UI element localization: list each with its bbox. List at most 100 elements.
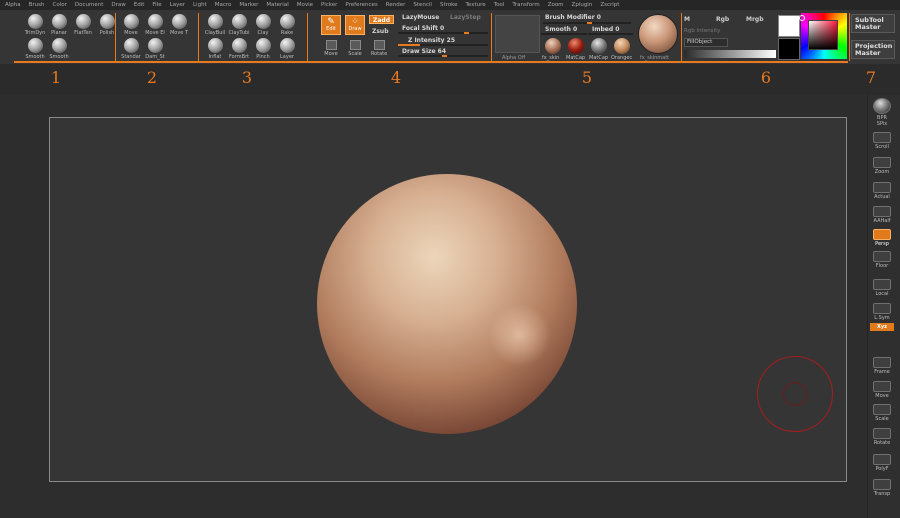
brush-move-topological[interactable]: Move T [166,14,192,36]
brush-formbrush[interactable]: FormBrt [226,38,252,60]
menu-item-marker[interactable]: Marker [239,2,258,8]
tray-persp-button[interactable]: Persp [870,229,894,247]
zadd-toggle[interactable]: Zadd [369,15,394,24]
tray-scale-button[interactable]: Scale [870,404,894,422]
rotate-mode-button[interactable]: Rotate [370,40,388,57]
menu-item-tool[interactable]: Tool [494,2,505,8]
brush-icon [279,38,295,53]
menu-item-zplugin[interactable]: Zplugin [572,2,593,8]
brush-inflate[interactable]: Inflat [202,38,228,60]
tray-zoom-button[interactable]: Zoom [870,157,894,175]
material-label: MatCap [589,55,609,61]
lazymouse-toggle[interactable]: LazyMouse [398,14,443,23]
menu-item-zscript[interactable]: Zscript [600,2,619,8]
brush-rake[interactable]: Rake [274,14,300,36]
tray-polyf-button[interactable]: PolyF [870,454,894,472]
tray-local-button[interactable]: Local [870,279,894,297]
focal-shift-knob[interactable] [464,32,469,34]
tray-small-11-button[interactable] [870,333,894,334]
tray-xyz-button[interactable]: Xyz [870,322,894,331]
zsub-toggle[interactable]: Zsub [369,27,392,36]
brush-move-elastic[interactable]: Move El [142,14,168,36]
brush-flatten[interactable]: FlatTen [70,14,96,36]
menu-item-render[interactable]: Render [386,2,406,8]
fill-object-button[interactable]: FillObject [684,38,728,47]
menu-item-document[interactable]: Document [75,2,104,8]
material-matcap-gray[interactable] [591,38,607,54]
tray-transp-button[interactable]: Transp [870,479,894,497]
menu-item-texture[interactable]: Texture [466,2,486,8]
brush-smooth-2[interactable]: Smooth [46,38,72,60]
brush-icon [171,14,187,29]
brush-claybuildup[interactable]: ClayBuil [202,14,228,36]
draw-button[interactable]: ⁘ Draw [345,15,365,35]
brush-layer[interactable]: Layer [274,38,300,60]
color-picker-cursor[interactable] [799,15,805,21]
tray-move-button[interactable]: Move [870,381,894,399]
menu-item-file[interactable]: File [152,2,161,8]
sculpt-sphere[interactable] [317,174,577,434]
menu-item-layer[interactable]: Layer [170,2,185,8]
menu-item-preferences[interactable]: Preferences [345,2,377,8]
rgb-toggle[interactable]: Rgb [716,16,729,23]
brush-trimdyn[interactable]: TrimDyn [22,14,48,36]
tray-spix-button[interactable]: SPix [870,120,894,127]
brush-standard[interactable]: Standar [118,38,144,60]
projection-master-button[interactable]: Projection Master [851,40,895,59]
main-color-swatch[interactable] [778,15,800,37]
imbed-slider[interactable]: Imbed 0 [588,26,633,35]
menu-item-edit[interactable]: Edit [134,2,145,8]
main-material-selector[interactable] [638,14,678,54]
menu-item-brush[interactable]: Brush [29,2,45,8]
tray-floor-button[interactable]: Floor [870,251,894,269]
menu-item-material[interactable]: Material [266,2,288,8]
menu-item-stencil[interactable]: Stencil [413,2,432,8]
brush-move[interactable]: Move [118,14,144,36]
tray-frame-button[interactable]: Frame [870,357,894,375]
material-matcap-red[interactable] [568,38,584,54]
menu-item-transform[interactable]: Transform [512,2,539,8]
tray-rotate-button[interactable]: Rotate [870,428,894,446]
rgb-intensity-bar[interactable] [684,50,776,58]
brush-claytubes[interactable]: ClayTubi [226,14,252,36]
draw-size-knob[interactable] [442,55,447,57]
brush-planar[interactable]: Planar [46,14,72,36]
menu-item-stroke[interactable]: Stroke [440,2,458,8]
menu-item-draw[interactable]: Draw [111,2,125,8]
menu-item-movie[interactable]: Movie [297,2,313,8]
menu-item-alpha[interactable]: Alpha [5,2,21,8]
edit-button[interactable]: ✎ Edit [321,15,341,35]
color-picker-saturation-square[interactable] [808,20,838,50]
move-mode-button[interactable]: Move [323,40,339,57]
brush-smooth[interactable]: Smooth [22,38,48,60]
mrgb-toggle[interactable]: Mrgb [746,16,764,23]
menu-item-picker[interactable]: Picker [321,2,337,8]
material-fx-skin[interactable] [545,38,561,54]
brush-pinch[interactable]: Pinch [250,38,276,60]
menu-item-light[interactable]: Light [193,2,207,8]
rgb-intensity-slider[interactable]: Rgb Intensity [684,28,721,34]
material-orange[interactable] [614,38,630,54]
draw-size-slider[interactable]: Draw Size 64 [398,48,488,57]
tray-actual-button[interactable]: Actual [870,182,894,200]
m-toggle[interactable]: M [684,16,690,23]
focal-shift-slider[interactable]: Focal Shift 0 [398,25,488,34]
tray-bpr-button[interactable]: BPR [870,98,894,121]
scale-mode-button[interactable]: Scale [347,40,363,57]
menu-item-zoom[interactable]: Zoom [548,2,564,8]
lazystep-slider[interactable]: LazyStep [446,14,488,23]
menu-item-color[interactable]: Color [53,2,67,8]
subtool-master-button[interactable]: SubTool Master [851,14,895,33]
z-intensity-slider[interactable]: Z Intensity 25 [398,37,488,46]
brush-polish[interactable]: Polish [94,14,120,36]
tray-scroll-button[interactable]: Scroll [870,132,894,150]
menu-item-macro[interactable]: Macro [215,2,232,8]
smooth-slider[interactable]: Smooth 0 [541,26,587,35]
brush-modifier-knob[interactable] [587,22,592,24]
secondary-color-swatch[interactable] [778,38,800,60]
alpha-selector[interactable] [495,15,540,53]
brush-dam-standard[interactable]: Dam_St [142,38,168,60]
tray-l-sym-button[interactable]: L.Sym [870,303,894,321]
tray-aahalf-button[interactable]: AAHalf [870,206,894,224]
brush-clay[interactable]: Clay [250,14,276,36]
